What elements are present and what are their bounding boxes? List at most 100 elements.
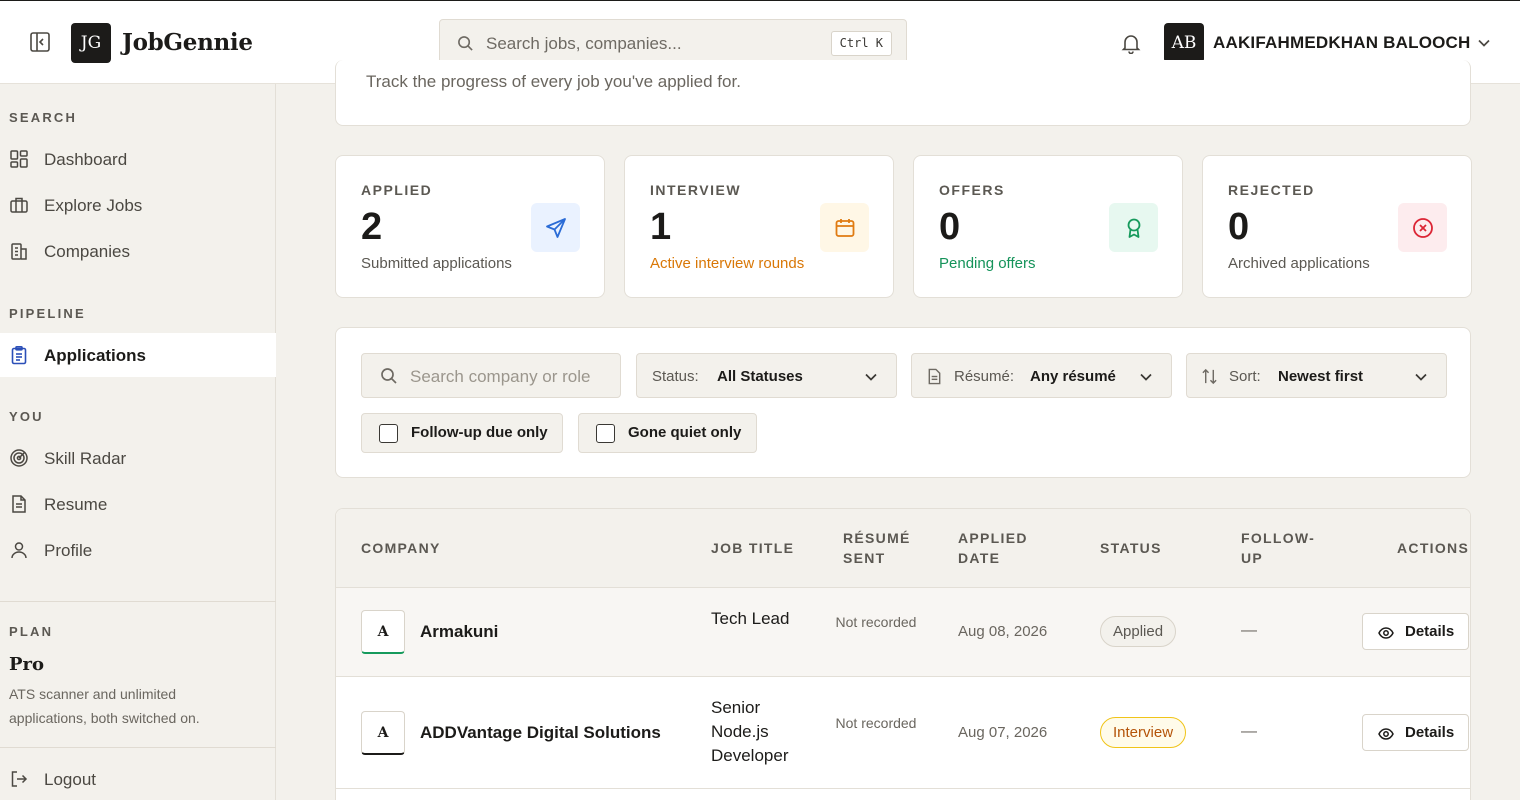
stat-value: 0 <box>1228 206 1250 248</box>
sidebar-item-label: Skill Radar <box>44 449 127 468</box>
section-label-you: YOU <box>9 409 44 424</box>
resume-filter-value: Any résumé <box>1030 368 1116 385</box>
section-label-search: SEARCH <box>9 110 78 125</box>
column-header-follow-up[interactable]: FOLLOW- UP <box>1241 528 1315 568</box>
sidebar-item-label: Resume <box>44 495 108 514</box>
stat-card-interview: INTERVIEW 1 Active interview rounds <box>624 155 894 298</box>
plan-description: ATS scanner and unlimited applications, … <box>9 686 200 726</box>
sidebar-item-label: Applications <box>44 346 147 365</box>
global-search-input[interactable]: Search jobs, companies... Ctrl K <box>439 19 907 66</box>
filters-card: Search company or role Status: All Statu… <box>335 327 1471 478</box>
table-header: COMPANY JOB TITLE RÉSUMÉ SENT APPLIED DA… <box>336 509 1470 588</box>
stat-value: 0 <box>939 206 961 248</box>
stat-card-applied: APPLIED 2 Submitted applications <box>335 155 605 298</box>
column-header-line: RÉSUMÉ <box>843 530 911 546</box>
sidebar-item-explore-jobs[interactable]: Explore Jobs <box>0 183 276 227</box>
user-icon <box>11 542 27 559</box>
sidebar: SEARCH Dashboard Explore Jobs Companies … <box>0 84 276 800</box>
sidebar-item-logout[interactable]: Logout <box>0 757 276 800</box>
details-button-label: Details <box>1405 623 1455 640</box>
stat-icon-box <box>1109 203 1158 252</box>
column-header-line: FOLLOW- <box>1241 530 1316 546</box>
details-button-label: Details <box>1405 724 1455 741</box>
column-header-line: UP <box>1241 550 1264 566</box>
stat-label: APPLIED <box>361 182 433 198</box>
details-button[interactable]: Details <box>1362 714 1469 751</box>
sidebar-item-resume[interactable]: Resume <box>0 482 276 526</box>
application-search-input[interactable]: Search company or role <box>361 353 621 398</box>
page-subtitle: Track the progress of every job you've a… <box>366 72 741 91</box>
clipboard-icon <box>11 345 27 365</box>
status-badge: Applied <box>1100 616 1177 647</box>
calendar-icon <box>835 218 854 237</box>
company-name[interactable]: ADDVantage Digital Solutions <box>420 723 661 743</box>
section-label-pipeline: PIPELINE <box>9 306 86 321</box>
stat-caption: Active interview rounds <box>650 255 805 272</box>
details-button[interactable]: Details <box>1362 613 1469 650</box>
stat-label: REJECTED <box>1228 182 1315 198</box>
checkbox-box[interactable] <box>596 424 615 443</box>
followup-due-checkbox[interactable]: Follow-up due only <box>361 413 563 453</box>
checkbox-label: Follow-up due only <box>411 424 548 441</box>
logo-mark[interactable]: JG <box>71 23 111 63</box>
column-header-status[interactable]: STATUS <box>1100 538 1162 558</box>
sidebar-item-label: Explore Jobs <box>44 196 143 215</box>
sort-value: Newest first <box>1278 368 1364 385</box>
stat-caption: Pending offers <box>939 255 1036 272</box>
user-avatar[interactable]: AB <box>1164 23 1204 63</box>
brand-name[interactable]: JobGennie <box>122 29 253 56</box>
resume-sent: Not recorded <box>835 614 917 630</box>
sidebar-item-companies[interactable]: Companies <box>0 229 276 273</box>
eye-icon <box>1378 728 1394 740</box>
sidebar-item-profile[interactable]: Profile <box>0 528 276 572</box>
stat-caption: Archived applications <box>1228 255 1370 272</box>
stat-label: OFFERS <box>939 182 1005 198</box>
column-header-applied-date[interactable]: APPLIED DATE <box>958 528 1028 568</box>
job-title: Senior Node.js Developer <box>711 698 789 765</box>
column-header-company[interactable]: COMPANY <box>361 538 441 558</box>
stat-icon-box <box>1398 203 1447 252</box>
chevron-down-icon[interactable] <box>1477 36 1491 50</box>
notifications-bell-icon[interactable] <box>1120 32 1142 54</box>
status-filter-select[interactable]: Status: All Statuses <box>636 353 897 398</box>
briefcase-icon <box>10 197 28 213</box>
company-logo: A <box>361 711 405 755</box>
applied-date: Aug 08, 2026 <box>958 623 1048 640</box>
column-header-resume-sent[interactable]: RÉSUMÉ SENT <box>843 528 911 568</box>
send-icon <box>545 217 566 238</box>
sidebar-item-skill-radar[interactable]: Skill Radar <box>0 436 276 480</box>
stat-value: 1 <box>650 206 672 248</box>
user-name[interactable]: AAKIFAHMEDKHAN BALOOCH <box>1213 33 1471 53</box>
sidebar-item-dashboard[interactable]: Dashboard <box>0 137 276 181</box>
table-row[interactable]: A ADDVantage Digital Solutions Senior No… <box>336 677 1470 789</box>
search-icon <box>381 368 397 384</box>
sidebar-toggle-icon[interactable] <box>29 31 51 53</box>
sort-label: Sort: <box>1229 368 1261 385</box>
sort-select[interactable]: Sort: Newest first <box>1186 353 1447 398</box>
search-placeholder: Search company or role <box>410 367 591 386</box>
stat-caption: Submitted applications <box>361 255 512 272</box>
resume-sent: Not recorded <box>835 715 917 731</box>
search-icon <box>458 36 473 51</box>
stat-icon-box <box>820 203 869 252</box>
stat-value: 2 <box>361 206 383 248</box>
dashboard-icon <box>10 150 28 168</box>
checkbox-box[interactable] <box>379 424 398 443</box>
resume-filter-label: Résumé: <box>954 368 1015 385</box>
status-filter-value: All Statuses <box>717 368 803 385</box>
checkbox-label: Gone quiet only <box>628 424 742 441</box>
follow-up-value: — <box>1241 622 1257 639</box>
sort-arrows-icon <box>1202 368 1217 385</box>
sidebar-item-applications[interactable]: Applications <box>0 333 276 377</box>
sidebar-item-label: Profile <box>44 541 93 560</box>
section-label-plan: PLAN <box>9 624 54 639</box>
page-header-card: Track the progress of every job you've a… <box>335 60 1471 126</box>
table-row[interactable]: A Armakuni Tech Lead Not recorded Aug 08… <box>336 588 1470 677</box>
company-name[interactable]: Armakuni <box>420 622 498 642</box>
file-text-icon <box>928 368 941 385</box>
sidebar-item-label: Logout <box>44 770 96 789</box>
sidebar-item-label: Companies <box>44 242 130 261</box>
column-header-job-title[interactable]: JOB TITLE <box>711 538 794 558</box>
gone-quiet-checkbox[interactable]: Gone quiet only <box>578 413 757 453</box>
resume-filter-select[interactable]: Résumé: Any résumé <box>911 353 1172 398</box>
